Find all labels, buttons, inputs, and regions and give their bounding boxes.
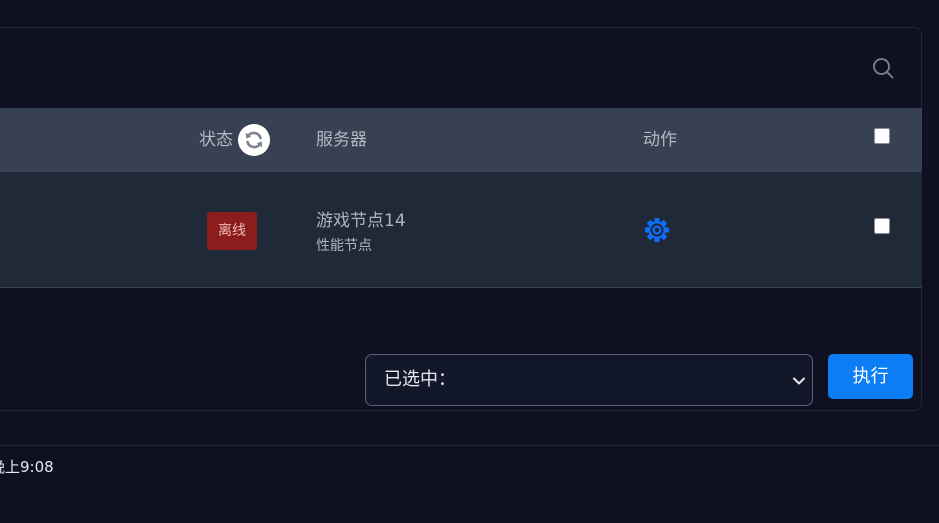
search-icon[interactable]: [872, 57, 894, 79]
column-header-action: 动作: [643, 130, 677, 150]
server-subtitle: 性能节点: [316, 238, 372, 254]
table-row: [0, 172, 922, 288]
chevron-down-icon: [793, 377, 805, 385]
footer-time: 晚上9:08: [0, 458, 54, 476]
server-name: 游戏节点14: [316, 211, 406, 231]
row-checkbox[interactable]: [874, 218, 890, 234]
bulk-action-select[interactable]: 已选中：: [365, 354, 813, 406]
footer-divider: [0, 445, 939, 446]
execute-button[interactable]: 执行: [828, 354, 913, 399]
page: 状态 服务器 动作 离线 游戏节点14 性能节点 已选中： 执行 上9:08: [0, 0, 939, 523]
column-header-server: 服务器: [316, 130, 367, 150]
refresh-icon[interactable]: [238, 124, 270, 156]
bulk-action-select-label: 已选中：: [384, 369, 456, 390]
status-badge: 离线: [207, 212, 257, 250]
gear-icon[interactable]: [643, 216, 671, 244]
select-all-checkbox[interactable]: [874, 128, 890, 144]
table-header: 状态 服务器 动作: [0, 108, 922, 172]
column-header-status: 状态: [199, 130, 233, 150]
